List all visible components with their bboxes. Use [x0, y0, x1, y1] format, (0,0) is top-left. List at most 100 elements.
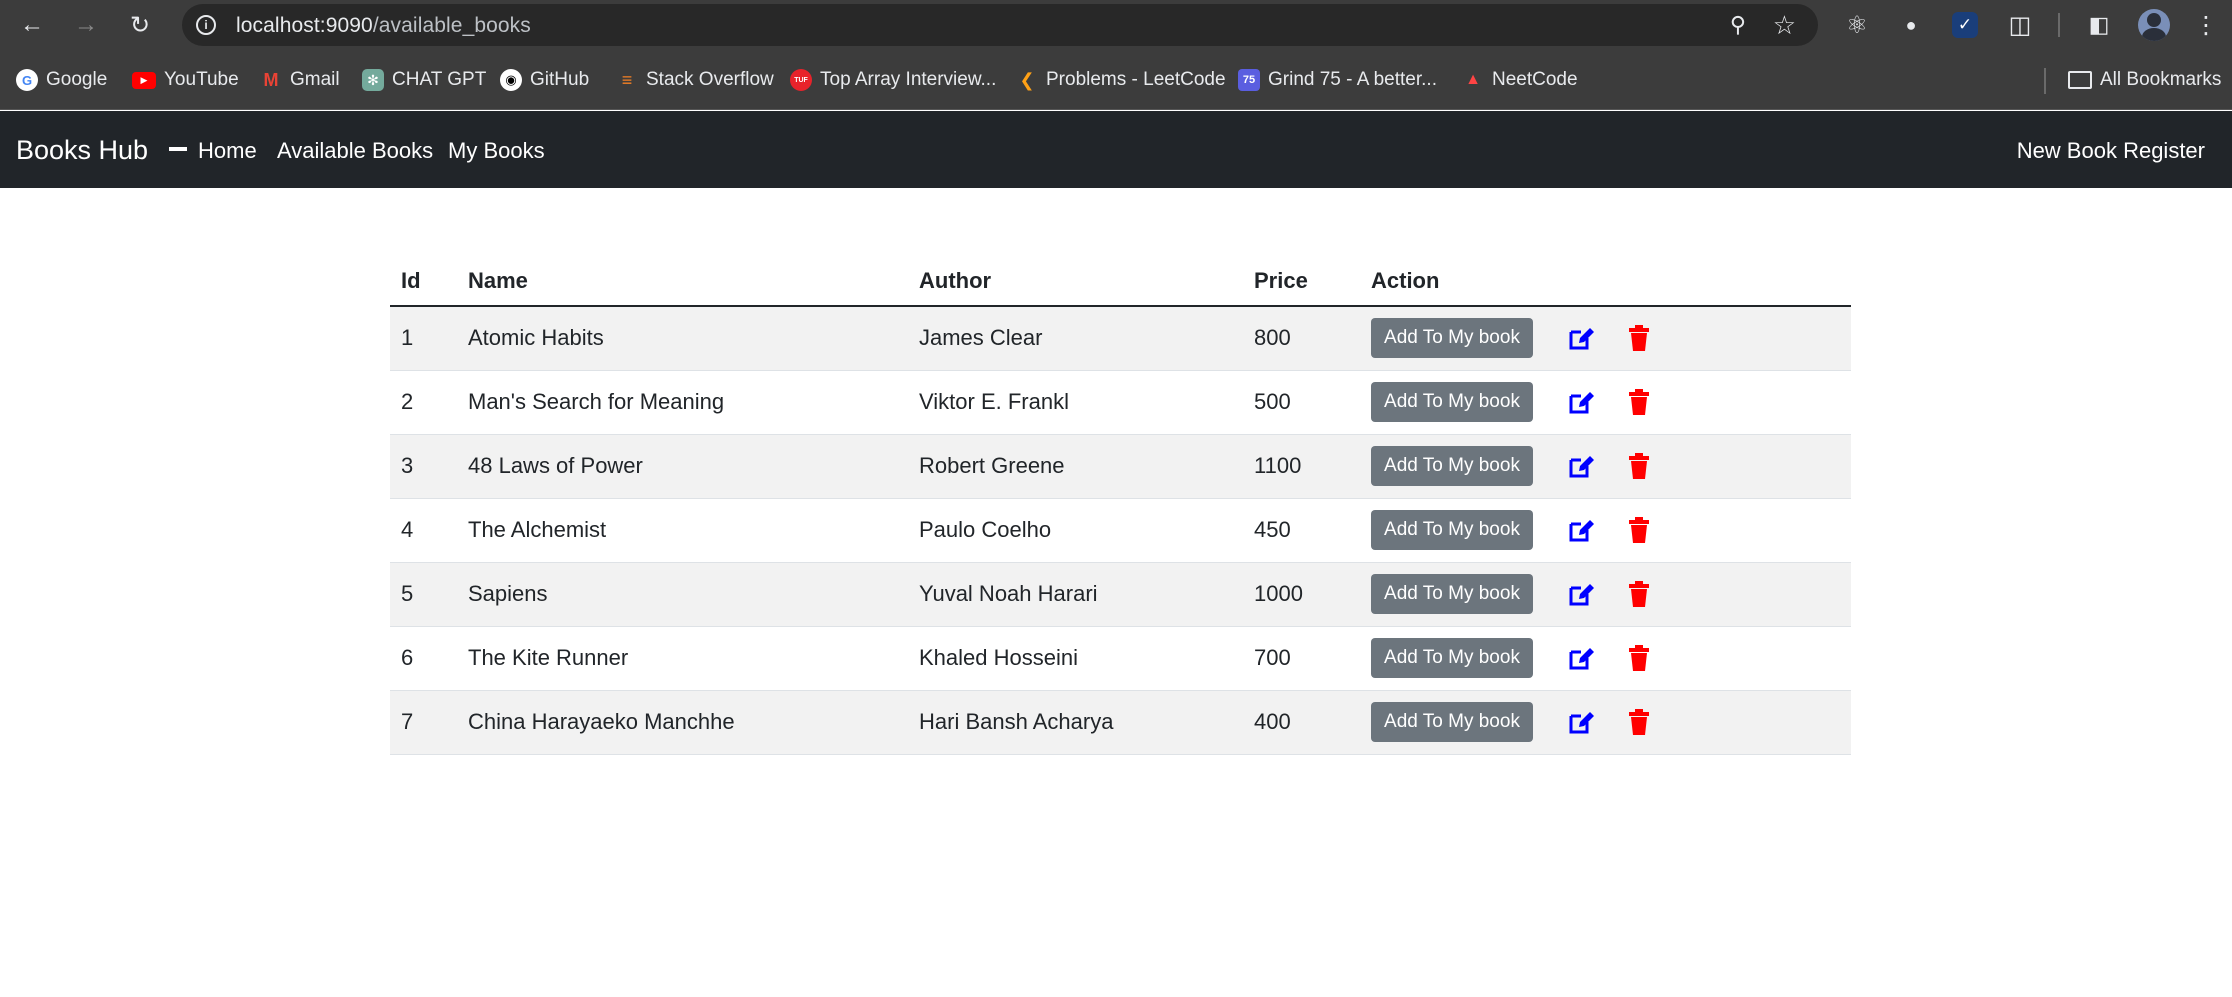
add-to-my-book-button[interactable]: Add To My book	[1371, 574, 1533, 614]
cell-price: 700	[1243, 626, 1360, 691]
trash-icon[interactable]	[1625, 644, 1653, 672]
nav-my-books[interactable]: My Books	[448, 138, 545, 164]
cell-id: 2	[390, 370, 457, 435]
github-icon: ◉	[500, 69, 522, 91]
trash-icon[interactable]	[1625, 452, 1653, 480]
check-extension-icon[interactable]: ✓	[1952, 12, 1978, 38]
avatar[interactable]	[2138, 9, 2170, 41]
browser-toolbar: ← → ↻ i localhost:9090/available_books ⚲…	[0, 0, 2232, 50]
trash-icon[interactable]	[1625, 324, 1653, 352]
bookmark-label: Top Array Interview...	[820, 69, 997, 90]
bookmark-star-icon[interactable]: ☆	[1773, 10, 1796, 41]
add-to-my-book-button[interactable]: Add To My book	[1371, 702, 1533, 742]
site-info-icon[interactable]: i	[196, 15, 216, 35]
table-row: 3 48 Laws of Power Robert Greene 1100 Add To…	[390, 434, 1851, 499]
cell-action: Add To My book	[1360, 370, 1851, 435]
app-navbar: Books Hub Home Available Books My Books …	[0, 111, 2232, 188]
bookmark-chatgpt[interactable]: ✻ CHAT GPT	[362, 67, 486, 93]
bookmark-leetcode[interactable]: ❮ Problems - LeetCode	[1016, 67, 1226, 93]
trash-icon[interactable]	[1625, 580, 1653, 608]
menu-toggle-icon[interactable]	[169, 147, 187, 151]
cell-action: Add To My book	[1360, 626, 1851, 691]
edit-icon[interactable]	[1567, 580, 1595, 608]
add-to-my-book-button[interactable]: Add To My book	[1371, 638, 1533, 678]
menu-kebab-icon[interactable]: ⋮	[2190, 9, 2222, 41]
bookmark-youtube[interactable]: ▶ YouTube	[132, 67, 239, 93]
cell-author: Robert Greene	[908, 434, 1243, 499]
cell-id: 6	[390, 626, 457, 691]
bookmark-label: Grind 75 - A better...	[1268, 69, 1437, 90]
cell-name: Man's Search for Meaning	[457, 370, 908, 435]
cell-price: 1000	[1243, 562, 1360, 627]
header-author: Author	[908, 256, 1243, 307]
extensions-puzzle-icon[interactable]: ◫	[2004, 9, 2036, 41]
bookmark-label: CHAT GPT	[392, 69, 487, 90]
bookmark-label: Stack Overflow	[646, 69, 774, 90]
nav-available-books[interactable]: Available Books	[277, 138, 433, 164]
table-row: 1 Atomic Habits James Clear 800 Add To My bo…	[390, 306, 1851, 371]
cell-author: Khaled Hosseini	[908, 626, 1243, 691]
cell-name: Atomic Habits	[457, 306, 908, 371]
cell-id: 5	[390, 562, 457, 627]
table-row: 4 The Alchemist Paulo Coelho 450 Add To My b…	[390, 498, 1851, 563]
bookmark-neetcode[interactable]: ▲ NeetCode	[1462, 67, 1578, 93]
trash-icon[interactable]	[1625, 708, 1653, 736]
bookmark-google[interactable]: G Google	[16, 67, 107, 93]
cell-name: China Harayaeko Manchhe	[457, 690, 908, 755]
grind75-icon: 75	[1238, 69, 1260, 91]
stackoverflow-icon: ≡	[621, 69, 633, 90]
add-to-my-book-button[interactable]: Add To My book	[1371, 382, 1533, 422]
edit-icon[interactable]	[1567, 708, 1595, 736]
bookmark-gmail[interactable]: M Gmail	[260, 67, 340, 93]
table-header-row: Id Name Author Price Action	[390, 256, 1851, 307]
trash-icon[interactable]	[1625, 388, 1653, 416]
neetcode-icon: ▲	[1465, 71, 1481, 88]
url-text[interactable]: localhost:9090/available_books	[236, 14, 531, 38]
bookmark-label: Problems - LeetCode	[1046, 69, 1226, 90]
cell-name: 48 Laws of Power	[457, 434, 908, 499]
add-to-my-book-button[interactable]: Add To My book	[1371, 318, 1533, 359]
forward-icon[interactable]: →	[68, 7, 104, 43]
edit-icon[interactable]	[1567, 388, 1595, 416]
side-panel-icon[interactable]: ◧	[2083, 9, 2115, 41]
add-to-my-book-button[interactable]: Add To My book	[1371, 510, 1533, 550]
bookmark-label: NeetCode	[1492, 69, 1578, 90]
edit-icon[interactable]	[1567, 324, 1595, 352]
toolbar-divider	[2058, 13, 2060, 37]
edit-icon[interactable]	[1567, 452, 1595, 480]
back-icon[interactable]: ←	[14, 7, 50, 43]
cell-name: The Alchemist	[457, 498, 908, 563]
cell-action: Add To My book	[1360, 562, 1851, 627]
brand-logo[interactable]: Books Hub	[16, 135, 148, 166]
url-host: localhost:9090	[236, 14, 373, 37]
url-path: /available_books	[372, 14, 531, 37]
cell-author: Hari Bansh Acharya	[908, 690, 1243, 755]
cell-price: 500	[1243, 370, 1360, 435]
chatgpt-icon: ✻	[362, 69, 384, 91]
all-bookmarks[interactable]: All Bookmarks	[2068, 67, 2221, 93]
nav-home[interactable]: Home	[198, 138, 257, 164]
table-row: 5 Sapiens Yuval Noah Harari 1000 Add To My b…	[390, 562, 1851, 627]
cell-action: Add To My book	[1360, 306, 1851, 371]
zoom-icon[interactable]: ⚲	[1730, 12, 1746, 38]
cell-id: 1	[390, 306, 457, 371]
address-bar[interactable]: i localhost:9090/available_books ⚲ ☆	[182, 4, 1818, 46]
react-devtools-icon[interactable]: ⚛	[1841, 9, 1873, 41]
bookmark-tuf[interactable]: TUF Top Array Interview...	[790, 67, 996, 93]
add-to-my-book-button[interactable]: Add To My book	[1371, 446, 1533, 486]
trash-icon[interactable]	[1625, 516, 1653, 544]
edit-icon[interactable]	[1567, 644, 1595, 672]
bookmark-grind75[interactable]: 75 Grind 75 - A better...	[1238, 67, 1437, 93]
cell-price: 400	[1243, 690, 1360, 755]
cell-author: Viktor E. Frankl	[908, 370, 1243, 435]
extension-icon[interactable]: ●	[1895, 9, 1927, 41]
bookmark-github[interactable]: ◉ GitHub	[500, 67, 589, 93]
google-icon: G	[16, 69, 38, 91]
leetcode-icon: ❮	[1019, 69, 1035, 90]
nav-new-book-register[interactable]: New Book Register	[2017, 138, 2205, 164]
bookmark-label: YouTube	[164, 69, 239, 90]
reload-icon[interactable]: ↻	[122, 7, 158, 43]
bookmark-stackoverflow[interactable]: ≡ Stack Overflow	[616, 67, 774, 93]
tuf-icon: TUF	[790, 69, 812, 91]
edit-icon[interactable]	[1567, 516, 1595, 544]
